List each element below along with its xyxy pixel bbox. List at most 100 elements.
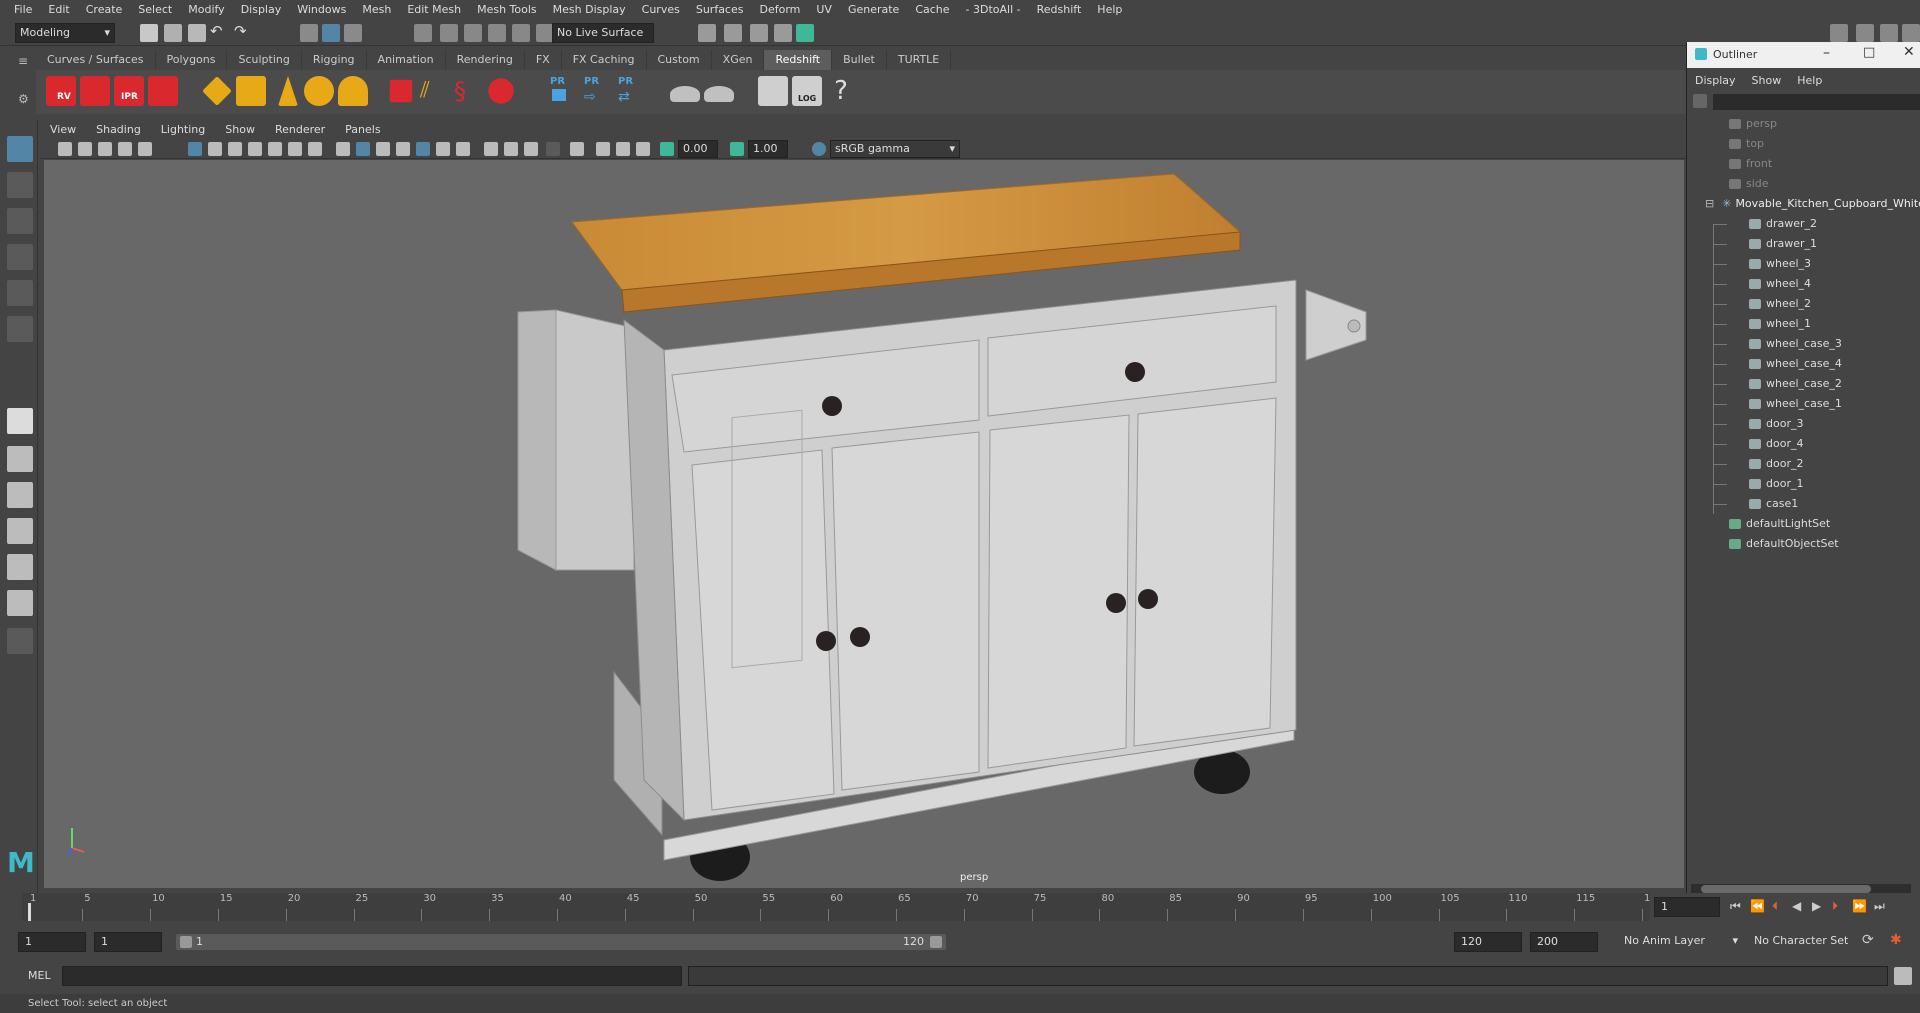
color-management-icon[interactable] [812, 142, 826, 156]
gamma-field[interactable]: 1.00 [748, 140, 788, 158]
help-icon[interactable]: ? [826, 76, 856, 106]
scrollbar-thumb[interactable] [1701, 885, 1871, 893]
shelf-tab-curves-surfaces[interactable]: Curves / Surfaces [36, 50, 156, 70]
ambient-occlusion-icon[interactable] [456, 142, 470, 156]
outliner-item-root[interactable]: ⊟ ✳ Movable_Kitchen_Cupboard_White [1705, 194, 1920, 214]
ipr-render-icon[interactable] [750, 24, 768, 42]
menu-uv[interactable]: UV [808, 0, 840, 20]
camera-attrs-icon[interactable] [78, 142, 92, 156]
rs-render-frame-icon[interactable] [80, 76, 110, 106]
rs-bowl-alt-icon[interactable] [704, 86, 734, 102]
film-gate-icon[interactable] [208, 142, 222, 156]
snap-view-icon[interactable] [488, 24, 506, 42]
menu-windows[interactable]: Windows [289, 0, 354, 20]
render-frame-icon[interactable] [724, 24, 742, 42]
outliner-item-wheel-2[interactable]: wheel_2 [1749, 294, 1811, 314]
shelf-tab-custom[interactable]: Custom [647, 50, 712, 70]
wireframe-on-shaded-icon[interactable] [376, 142, 390, 156]
rs-settings-icon[interactable] [148, 76, 178, 106]
outliner-item-wheel-case-2[interactable]: wheel_case_2 [1749, 374, 1842, 394]
wireframe-icon[interactable] [336, 142, 350, 156]
shelf-tab-animation[interactable]: Animation [367, 50, 446, 70]
lasso-tool-icon[interactable] [7, 172, 33, 198]
textured-icon[interactable] [396, 142, 410, 156]
menu-mesh[interactable]: Mesh [354, 0, 399, 20]
shelf-tab-turtle[interactable]: TURTLE [887, 50, 952, 70]
select-hierarchy-icon[interactable] [300, 24, 318, 42]
menu-surfaces[interactable]: Surfaces [688, 0, 752, 20]
range-slider[interactable]: 1 120 [176, 934, 946, 950]
scale-tool-icon[interactable] [7, 316, 33, 342]
outliner-menu-show[interactable]: Show [1744, 74, 1790, 87]
go-to-start-icon[interactable]: ⏮ [1730, 899, 1741, 914]
rs-pr-swap-icon[interactable]: PR ⇄ [612, 76, 642, 106]
rs-curve-icon[interactable]: § [454, 76, 484, 106]
menu-help[interactable]: Help [1089, 0, 1130, 20]
smooth-shade-icon[interactable] [356, 142, 370, 156]
outliner-search-input[interactable] [1713, 94, 1920, 110]
grease-pencil-icon[interactable] [138, 142, 152, 156]
outliner-item-door-3[interactable]: door_3 [1749, 414, 1803, 434]
four-view-icon[interactable] [7, 446, 33, 472]
outliner-item-top[interactable]: top [1729, 134, 1764, 154]
rs-material-ball-icon[interactable] [488, 78, 514, 104]
outliner-item-wheel-case-4[interactable]: wheel_case_4 [1749, 354, 1842, 374]
rs-spot-light-icon[interactable] [278, 76, 298, 106]
close-icon[interactable]: ✕ [1903, 44, 1915, 60]
redo-icon[interactable]: ↷ [234, 22, 247, 40]
image-plane-icon[interactable] [118, 142, 132, 156]
minimize-icon[interactable]: – [1823, 45, 1830, 61]
outliner-item-persp[interactable]: persp [1729, 114, 1777, 134]
mel-input[interactable] [62, 966, 682, 986]
menu-modify[interactable]: Modify [180, 0, 232, 20]
start-time-field[interactable]: 1 [18, 932, 86, 952]
menu-display[interactable]: Display [233, 0, 290, 20]
outliner-item-door-1[interactable]: door_1 [1749, 474, 1803, 494]
outliner-item-case1[interactable]: case1 [1749, 494, 1798, 514]
bookmark-icon[interactable] [98, 142, 112, 156]
rs-log-icon[interactable]: LOG [792, 76, 822, 106]
current-frame-field[interactable]: 1 [1654, 897, 1720, 917]
rs-light-plane-icon[interactable] [202, 76, 232, 106]
xray-icon[interactable] [504, 142, 518, 156]
anim-layer-dropdown[interactable]: No Anim Layer ▾ [1620, 932, 1742, 952]
menu-edit[interactable]: Edit [40, 0, 77, 20]
menu-create[interactable]: Create [78, 0, 131, 20]
shelf-menu-icon[interactable]: ≡ [18, 54, 30, 68]
workspace-dropdown[interactable]: Modeling ▾ [15, 23, 115, 43]
viewport-menu-show[interactable]: Show [215, 123, 265, 136]
layout-hypershade-icon[interactable] [7, 590, 33, 616]
lighting-icon[interactable] [416, 142, 430, 156]
layout-graph-icon[interactable] [7, 554, 33, 580]
shelf-tab-bullet[interactable]: Bullet [832, 50, 887, 70]
snap-curve-icon[interactable] [440, 24, 458, 42]
outliner-item-drawer-1[interactable]: drawer_1 [1749, 234, 1817, 254]
shelf-tab-xgen[interactable]: XGen [712, 50, 765, 70]
play-forward-icon[interactable]: ▶ [1812, 899, 1821, 913]
outliner-menu-help[interactable]: Help [1789, 74, 1830, 87]
shadows-icon[interactable] [436, 142, 450, 156]
attribute-editor-icon[interactable] [1902, 24, 1920, 42]
prev-key-icon[interactable]: ⏴ [1772, 899, 1778, 914]
open-scene-icon[interactable] [164, 24, 182, 42]
play-back-icon[interactable]: ◀ [1792, 899, 1801, 913]
range-end-field[interactable]: 120 [1454, 932, 1522, 952]
outliner-item-wheel-case-1[interactable]: wheel_case_1 [1749, 394, 1842, 414]
grid-icon[interactable] [188, 142, 202, 156]
outliner-item-wheel-1[interactable]: wheel_1 [1749, 314, 1811, 334]
move-tool-icon[interactable] [7, 244, 33, 270]
range-slider-end-handle[interactable] [930, 936, 942, 948]
select-component-icon[interactable] [344, 24, 362, 42]
rs-pr-export-icon[interactable]: PR ⇨ [578, 76, 608, 106]
menu-curves[interactable]: Curves [634, 0, 688, 20]
outliner-item-defaultlightset[interactable]: defaultLightSet [1729, 514, 1830, 534]
rs-area-light-icon[interactable] [236, 76, 266, 106]
isolate-icon[interactable] [484, 142, 498, 156]
rs-bowl-icon[interactable] [670, 86, 700, 102]
channel-box-icon[interactable] [1880, 24, 1898, 42]
xray-joints-icon[interactable] [524, 142, 538, 156]
menu-deform[interactable]: Deform [751, 0, 808, 20]
end-time-field[interactable]: 200 [1530, 932, 1598, 952]
auto-key-icon[interactable]: ⟳ [1862, 932, 1874, 948]
shelf-tab-rigging[interactable]: Rigging [302, 50, 367, 70]
